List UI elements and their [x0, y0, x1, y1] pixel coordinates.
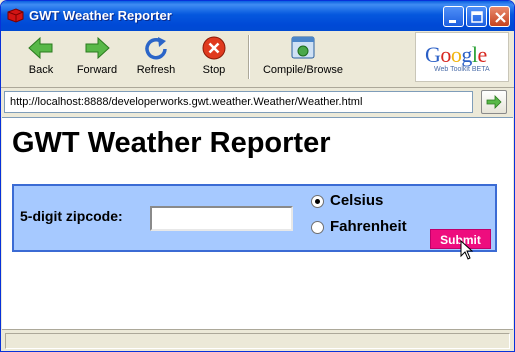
green-right-arrow-icon	[85, 36, 110, 60]
radio-celsius-indicator[interactable]	[311, 195, 324, 208]
close-button[interactable]	[489, 6, 510, 27]
logo-tagline: Web Toolkit BETA	[434, 66, 490, 73]
minimize-button[interactable]	[443, 6, 464, 27]
maximize-button[interactable]	[466, 6, 487, 27]
green-left-arrow-icon	[28, 36, 53, 60]
radio-fahrenheit-label: Fahrenheit	[330, 218, 407, 235]
address-bar: http://localhost:8888/developerworks.gwt…	[1, 87, 514, 117]
google-web-toolkit-logo: Google Web Toolkit BETA	[415, 32, 509, 82]
radio-celsius-label: Celsius	[330, 192, 384, 209]
stop-button[interactable]: Stop	[195, 34, 233, 80]
status-bar	[2, 329, 513, 351]
browser-window: GWT Weather Reporter Back Forward Refres…	[0, 0, 515, 352]
go-button[interactable]	[481, 90, 507, 114]
stop-label: Stop	[202, 64, 226, 76]
page-title: GWT Weather Reporter	[12, 127, 331, 159]
logo-word: Google	[425, 42, 487, 67]
mouse-cursor-icon	[460, 240, 474, 260]
stop-icon	[202, 36, 226, 60]
minimize-icon	[449, 20, 456, 23]
zipcode-input[interactable]	[150, 206, 293, 231]
refresh-button[interactable]: Refresh	[131, 34, 181, 80]
forward-button[interactable]: Forward	[71, 34, 123, 80]
toolbar-separator	[248, 35, 250, 79]
url-input[interactable]: http://localhost:8888/developerworks.gwt…	[4, 91, 473, 113]
weather-form-panel: 5-digit zipcode: Celsius Fahrenheit Subm…	[12, 184, 497, 252]
toolbar: Back Forward Refresh Stop Compile/Browse…	[5, 31, 511, 83]
maximize-icon	[471, 11, 483, 23]
compile-browse-label: Compile/Browse	[262, 64, 344, 76]
close-icon	[495, 12, 506, 23]
compile-browse-button[interactable]: Compile/Browse	[255, 34, 351, 80]
status-panel	[5, 333, 510, 349]
radio-fahrenheit-indicator[interactable]	[311, 221, 324, 234]
zipcode-label: 5-digit zipcode:	[20, 208, 123, 224]
page-content: GWT Weather Reporter 5-digit zipcode: Ce…	[2, 117, 513, 329]
go-arrow-icon	[486, 95, 502, 109]
title-bar[interactable]: GWT Weather Reporter	[1, 1, 514, 31]
back-label: Back	[28, 64, 54, 76]
refresh-label: Refresh	[136, 64, 176, 76]
forward-label: Forward	[76, 64, 118, 76]
refresh-icon	[145, 37, 167, 60]
window-title: GWT Weather Reporter	[29, 8, 172, 23]
compile-browse-icon	[291, 36, 315, 59]
app-icon	[7, 8, 24, 23]
back-button[interactable]: Back	[19, 34, 63, 80]
